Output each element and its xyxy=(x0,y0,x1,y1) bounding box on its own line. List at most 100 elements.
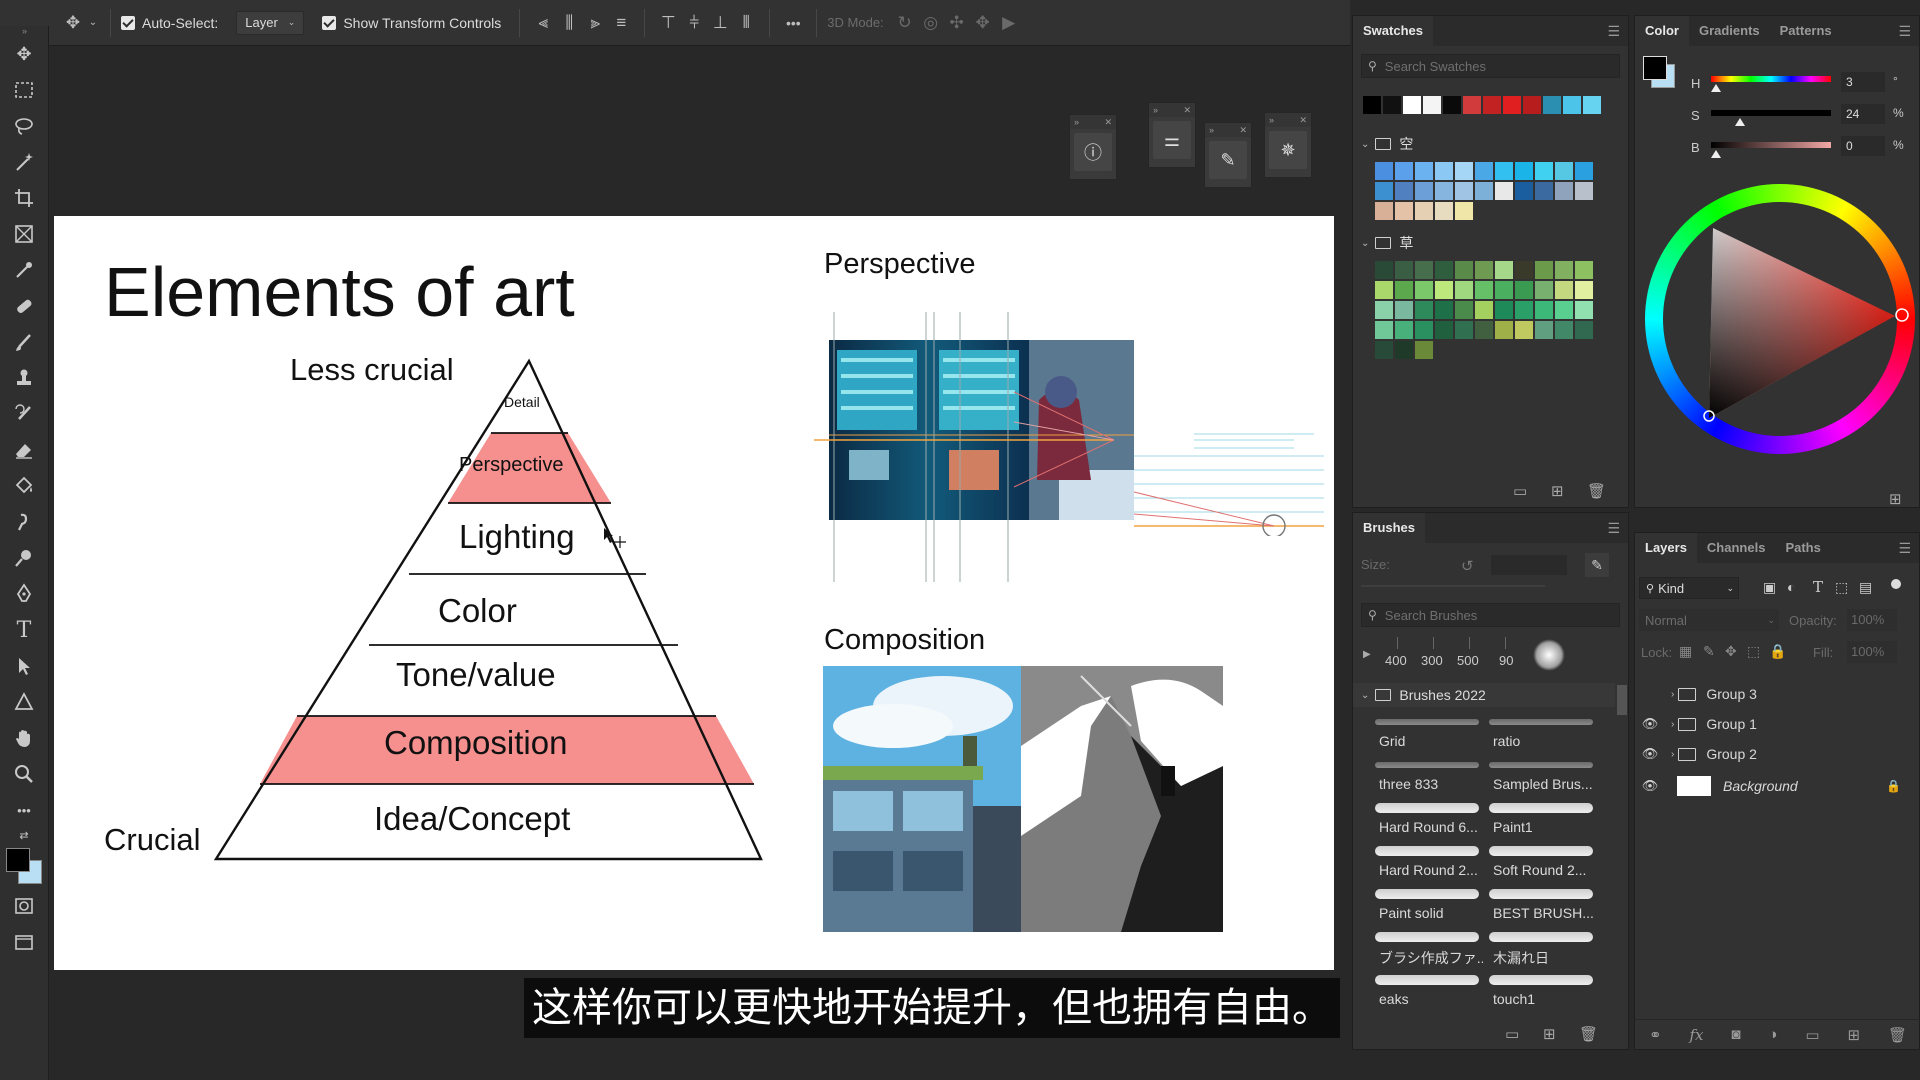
auto-select-checkbox[interactable]: Auto-Select: xyxy=(121,15,218,31)
color-swatch[interactable] xyxy=(1495,321,1513,339)
new-folder-icon[interactable]: ▭ xyxy=(1505,1025,1519,1043)
color-swatch[interactable] xyxy=(1455,321,1473,339)
trash-icon[interactable]: 🗑 xyxy=(1888,1026,1907,1044)
brush-preset-300[interactable]: 300 xyxy=(1421,653,1443,668)
move-tool-icon[interactable]: ✥ xyxy=(60,10,86,36)
brush-preset[interactable]: Hard Round 2... xyxy=(1371,842,1481,882)
align-bottom-icon[interactable]: ⊥ xyxy=(707,10,733,36)
color-swatch[interactable] xyxy=(1475,162,1493,180)
brush-size-slider[interactable] xyxy=(1361,585,1545,587)
color-swatch[interactable] xyxy=(1543,96,1561,114)
color-swatch[interactable] xyxy=(1415,261,1433,279)
color-swatch[interactable] xyxy=(1515,261,1533,279)
swatch-folder-sky[interactable]: ⌄ 空 xyxy=(1361,133,1413,155)
color-triangle[interactable] xyxy=(1645,184,1915,454)
color-swatch[interactable] xyxy=(1535,162,1553,180)
color-swatch[interactable] xyxy=(1455,301,1473,319)
color-swatch[interactable] xyxy=(1383,96,1401,114)
close-icon[interactable]: ✕ xyxy=(1104,117,1112,128)
color-swatch[interactable] xyxy=(1523,96,1541,114)
tab-channels[interactable]: Channels xyxy=(1697,533,1776,563)
brushes-scrollbar[interactable] xyxy=(1617,685,1627,715)
show-transform-checkbox[interactable]: Show Transform Controls xyxy=(322,15,501,31)
color-swatch[interactable] xyxy=(1535,281,1553,299)
quick-mask-icon[interactable] xyxy=(10,892,38,920)
color-swatch[interactable] xyxy=(1435,321,1453,339)
document-canvas[interactable]: Elements of art Less crucial Crucial Det… xyxy=(54,216,1334,970)
color-swatch[interactable] xyxy=(1575,182,1593,200)
color-swatch[interactable] xyxy=(1415,341,1433,359)
color-swatch[interactable] xyxy=(1375,261,1393,279)
close-icon[interactable]: ✕ xyxy=(1183,105,1191,116)
3d-camera-icon[interactable]: ▶ xyxy=(996,10,1022,36)
brush-preset[interactable]: Grid xyxy=(1371,713,1481,753)
marquee-tool-icon[interactable] xyxy=(10,76,38,104)
brush-preset[interactable]: Hard Round 6... xyxy=(1371,799,1481,839)
stamp-tool-icon[interactable] xyxy=(10,364,38,392)
color-swatch[interactable] xyxy=(1555,162,1573,180)
layer-row-group-3[interactable]: › Group 3 xyxy=(1635,679,1919,709)
color-swatch[interactable] xyxy=(1395,301,1413,319)
brushes-search-input[interactable]: ⚲ Search Brushes xyxy=(1361,603,1620,627)
new-group-icon[interactable]: ▭ xyxy=(1805,1026,1819,1044)
hue-slider-thumb[interactable] xyxy=(1711,84,1721,92)
color-swatch[interactable] xyxy=(1363,96,1381,114)
brush-tool-icon[interactable] xyxy=(10,328,38,356)
healing-brush-tool-icon[interactable] xyxy=(10,292,38,320)
lock-image-icon[interactable]: ✎ xyxy=(1703,643,1715,660)
hue-slider[interactable] xyxy=(1711,76,1831,82)
color-swatch[interactable] xyxy=(1555,261,1573,279)
lock-transparent-icon[interactable]: ▦ xyxy=(1679,643,1692,660)
brush-preset[interactable]: BEST BRUSH... xyxy=(1485,885,1595,925)
tab-brushes[interactable]: Brushes xyxy=(1353,513,1426,543)
play-icon[interactable]: ▶ xyxy=(1363,649,1371,660)
chevron-right-icon[interactable]: › xyxy=(1671,749,1674,760)
3d-roll-icon[interactable]: ◎ xyxy=(918,10,944,36)
layer-row-background[interactable]: 👁 Background 🔒 xyxy=(1635,771,1919,801)
crop-tool-icon[interactable] xyxy=(10,184,38,212)
panel-menu-icon[interactable]: ☰ xyxy=(1898,23,1911,40)
soft-brush-preview[interactable] xyxy=(1533,639,1565,671)
expand-icon[interactable]: » xyxy=(1269,115,1274,125)
color-swatch[interactable] xyxy=(1403,96,1421,114)
shape-tool-icon[interactable] xyxy=(10,688,38,716)
reset-icon[interactable]: ↺ xyxy=(1461,557,1474,575)
color-swatch[interactable] xyxy=(1563,96,1581,114)
color-swatch[interactable] xyxy=(1455,281,1473,299)
color-swatch[interactable] xyxy=(1395,162,1413,180)
saturation-slider-thumb[interactable] xyxy=(1735,118,1745,126)
close-icon[interactable]: ✕ xyxy=(1239,125,1247,136)
brush-settings-icon[interactable]: ✎ xyxy=(1209,141,1247,179)
color-swatch[interactable] xyxy=(1375,321,1393,339)
mask-icon[interactable]: ◙ xyxy=(1731,1026,1740,1043)
collapse-icon[interactable]: » xyxy=(0,26,49,36)
align-middle-icon[interactable]: ⫩ xyxy=(681,10,707,36)
brush-preset[interactable]: touch1 xyxy=(1485,971,1595,1011)
color-swatch[interactable] xyxy=(1443,96,1461,114)
lock-position-icon[interactable]: ✥ xyxy=(1725,643,1737,660)
brightness-slider[interactable] xyxy=(1711,142,1831,148)
color-swatch[interactable] xyxy=(1575,301,1593,319)
color-swatch[interactable] xyxy=(1555,321,1573,339)
dodge-tool-icon[interactable] xyxy=(10,544,38,572)
brush-settings-icon[interactable]: ✎ xyxy=(1585,553,1609,577)
brush-preset[interactable]: ratio xyxy=(1485,713,1595,753)
expand-icon[interactable]: » xyxy=(1074,117,1079,127)
eye-icon[interactable]: 👁 xyxy=(1635,778,1665,794)
lock-all-icon[interactable]: 🔒 xyxy=(1769,643,1786,660)
brush-preset[interactable]: 木漏れ日 xyxy=(1485,928,1595,968)
brush-preset[interactable]: eaks xyxy=(1371,971,1481,1011)
brush-preset[interactable]: Paint1 xyxy=(1485,799,1595,839)
trash-icon[interactable]: 🗑 xyxy=(1579,1025,1598,1043)
layer-dropdown[interactable]: Layer ⌄ xyxy=(236,10,305,35)
move-tool-icon[interactable]: ✥ xyxy=(10,40,38,68)
color-swatch[interactable] xyxy=(1463,96,1481,114)
color-swatch[interactable] xyxy=(1455,202,1473,220)
color-swatch[interactable] xyxy=(1535,321,1553,339)
hue-value-input[interactable]: 3 xyxy=(1841,72,1885,92)
tab-color[interactable]: Color xyxy=(1635,16,1689,46)
color-swatch[interactable] xyxy=(1495,182,1513,200)
trash-icon[interactable]: 🗑 xyxy=(1587,482,1606,500)
panel-menu-icon[interactable]: ☰ xyxy=(1607,520,1620,537)
new-layer-icon[interactable]: ⊞ xyxy=(1847,1026,1860,1044)
